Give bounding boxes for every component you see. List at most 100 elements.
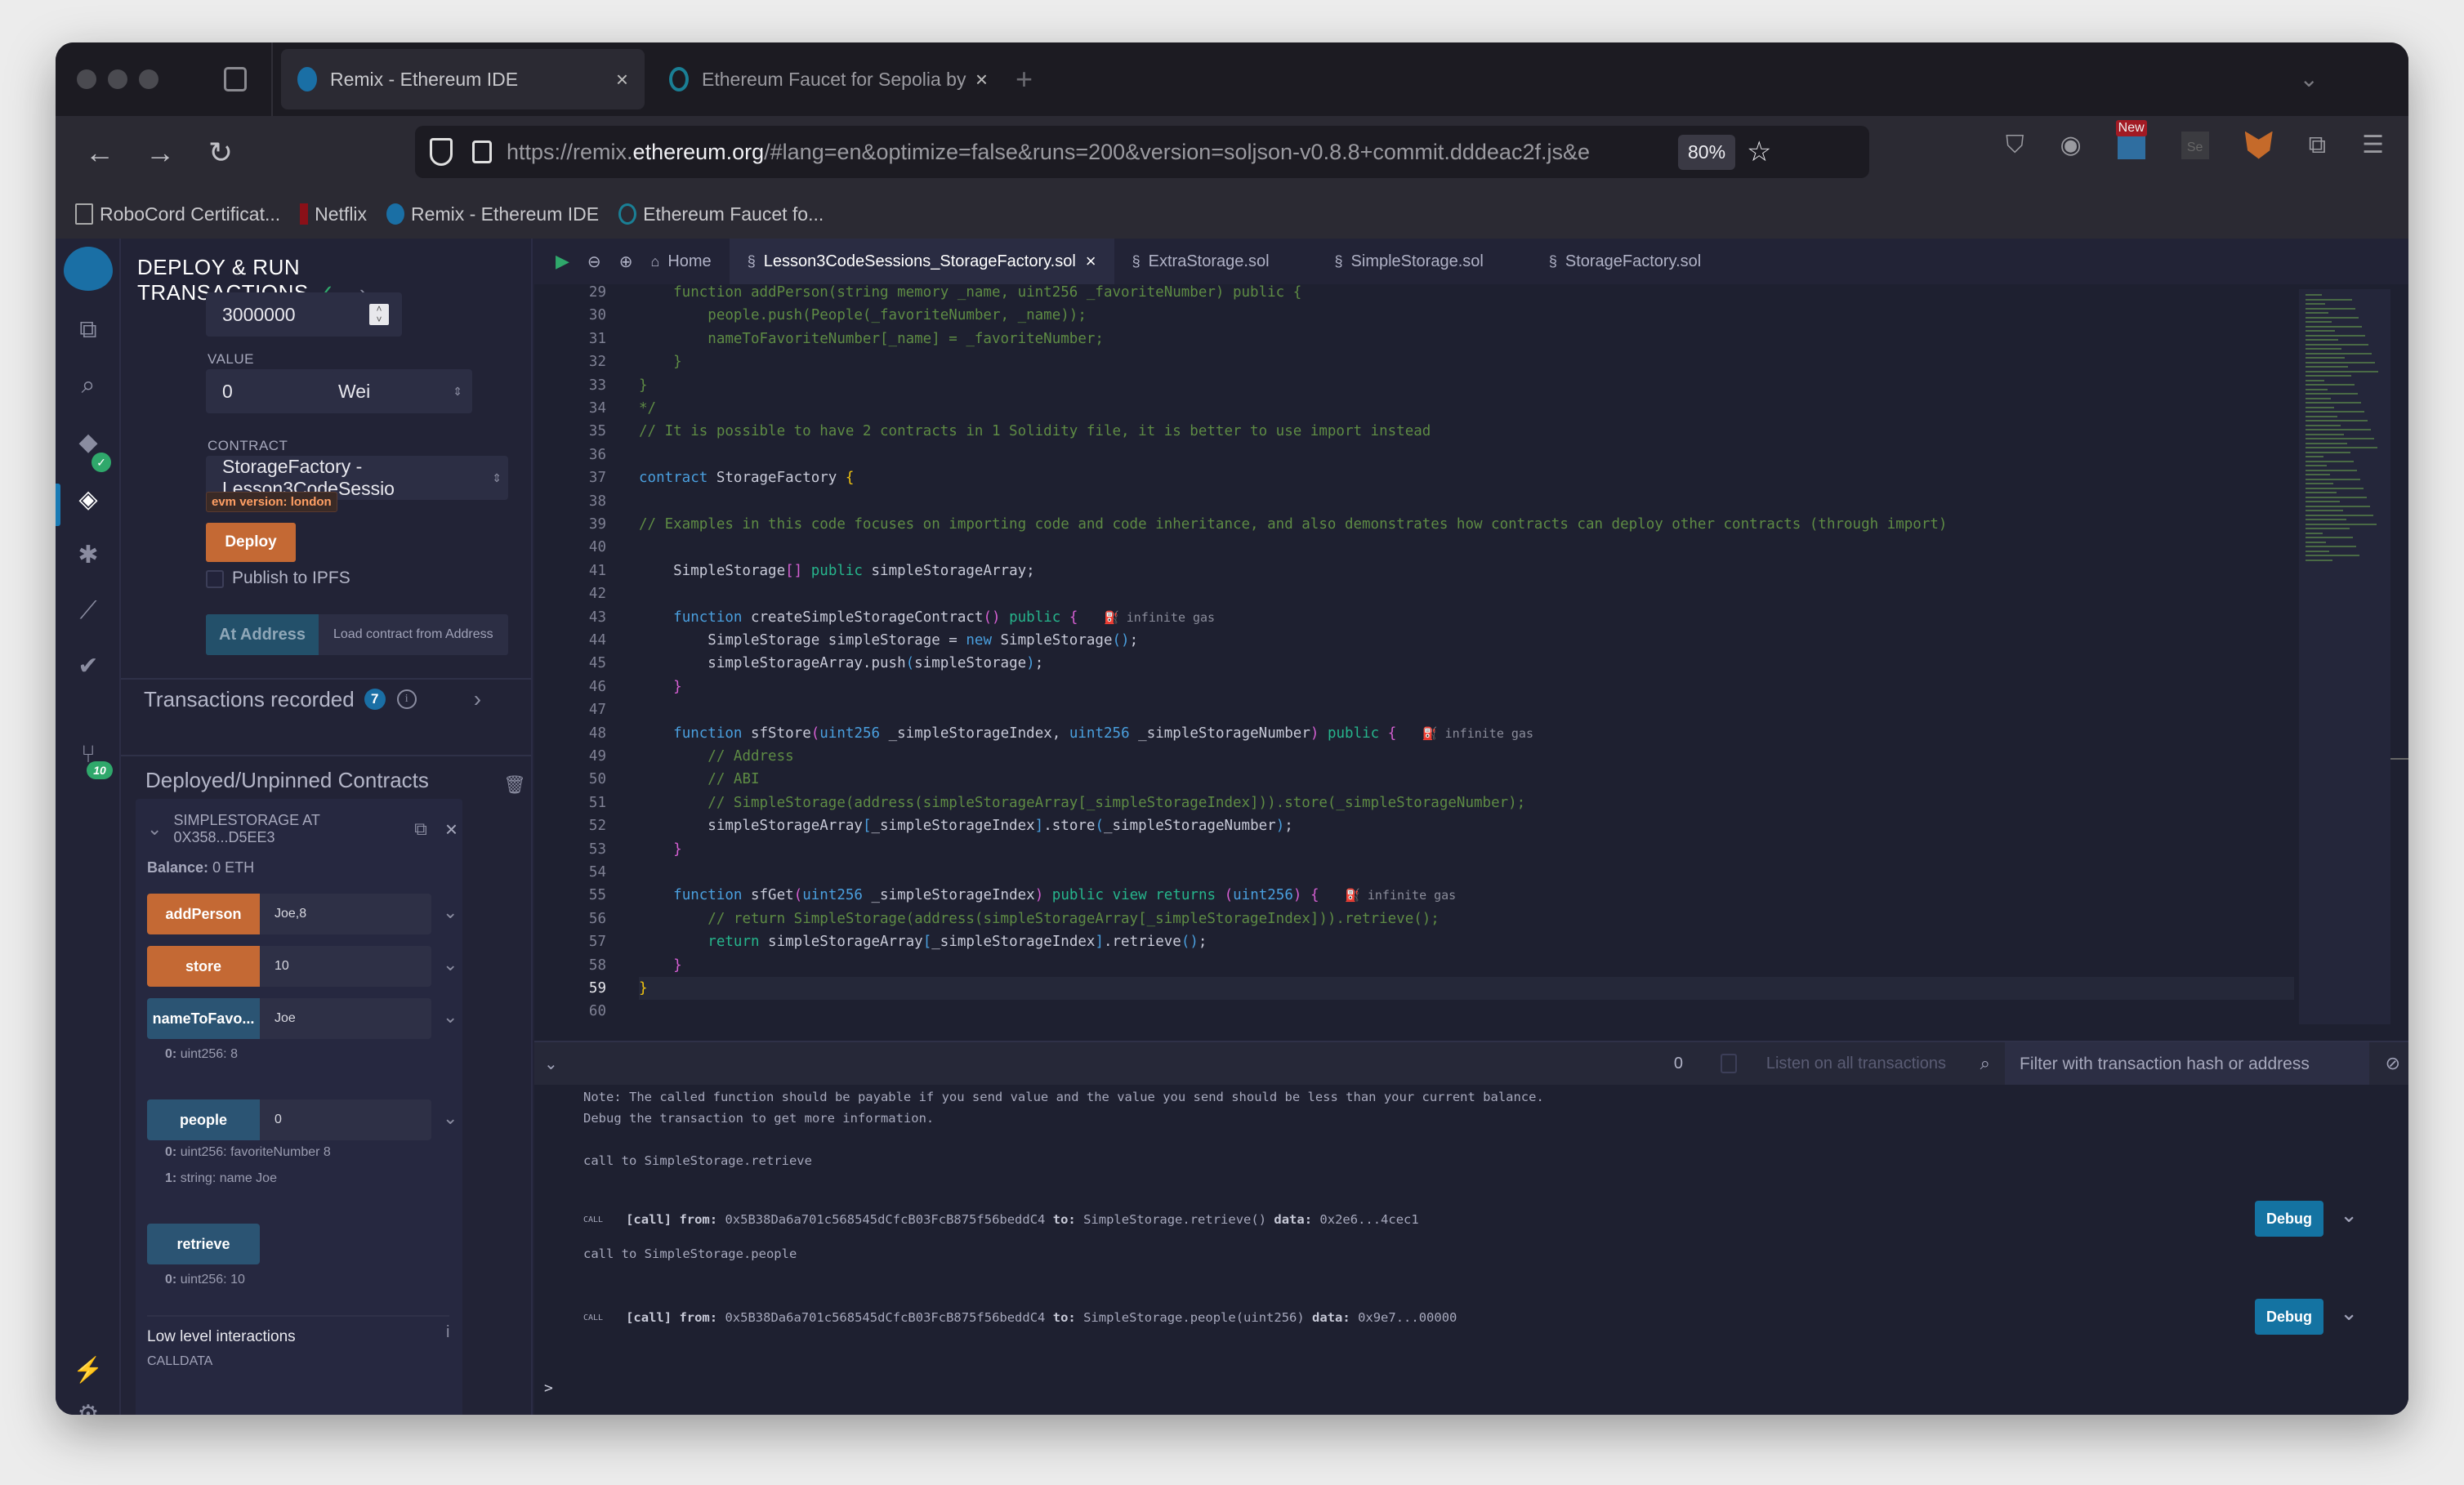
- code-line[interactable]: 56 // return SimpleStorage(address(simpl…: [534, 907, 2408, 930]
- listen-all-checkbox[interactable]: [1721, 1054, 1737, 1073]
- store-input[interactable]: 10: [260, 946, 431, 987]
- line-number[interactable]: 33: [534, 374, 606, 397]
- expand-chevron-icon[interactable]: ⌄: [443, 1108, 458, 1129]
- search-icon[interactable]: ⌕: [1980, 1053, 1990, 1074]
- nameToFavoriteNumber-input[interactable]: Joe: [260, 998, 431, 1039]
- code-line[interactable]: 46 }: [534, 676, 2408, 698]
- browser-tab-faucet[interactable]: Ethereum Faucet for Sepolia by ×: [653, 49, 1004, 109]
- store-button[interactable]: store: [147, 946, 260, 987]
- code-line[interactable]: 36: [534, 444, 2408, 466]
- info-icon[interactable]: i: [396, 689, 417, 709]
- selenium-extension-icon[interactable]: Se: [2181, 131, 2209, 159]
- tab-overview-icon[interactable]: [224, 67, 247, 91]
- zoom-out-icon[interactable]: ⊖: [587, 252, 601, 272]
- line-number[interactable]: 41: [534, 560, 606, 582]
- code-line[interactable]: 39 // Examples in this code focuses on im…: [534, 513, 2408, 536]
- account-icon[interactable]: ◉: [2060, 131, 2081, 159]
- expand-chevron-icon[interactable]: ⌄: [443, 954, 458, 975]
- minimize-window-button[interactable]: [108, 69, 127, 89]
- line-number[interactable]: 35: [534, 420, 606, 443]
- editor-scrollbar[interactable]: [2390, 758, 2408, 760]
- bookmark-faucet[interactable]: Ethereum Faucet fo...: [618, 203, 824, 225]
- close-tab-icon[interactable]: ×: [975, 67, 988, 92]
- debug-button[interactable]: Debug: [2255, 1299, 2323, 1335]
- list-tabs-chevron-icon[interactable]: ⌄: [2300, 65, 2319, 92]
- tab-storagefactory[interactable]: § StorageFactory.sol: [1531, 239, 1719, 284]
- code-line[interactable]: 54: [534, 861, 2408, 884]
- trash-icon[interactable]: 🗑: [503, 774, 526, 796]
- terminal-prompt[interactable]: >: [544, 1380, 553, 1397]
- expand-chevron-icon[interactable]: ⌄: [443, 902, 458, 923]
- code-line[interactable]: 52 simpleStorageArray[_simpleStorageInde…: [534, 814, 2408, 837]
- close-tab-icon[interactable]: ×: [1086, 251, 1096, 272]
- people-button[interactable]: people: [147, 1099, 260, 1140]
- browser-tab-remix[interactable]: Remix - Ethereum IDE ×: [281, 49, 645, 109]
- zoom-in-icon[interactable]: ⊕: [619, 252, 633, 272]
- address-bar[interactable]: https://remix.ethereum.org/#lang=en&opti…: [415, 126, 1869, 178]
- search-icon[interactable]: ⌕: [72, 369, 105, 402]
- clear-terminal-icon[interactable]: ⊘: [2386, 1053, 2400, 1074]
- instance-header[interactable]: ⌄ SIMPLESTORAGE AT 0X358...D5EE3 ⧉ ×: [147, 812, 458, 846]
- at-address-input[interactable]: Load contract from Address: [333, 627, 493, 642]
- code-line[interactable]: 44 SimpleStorage simpleStorage = new Sim…: [534, 629, 2408, 652]
- line-number[interactable]: 46: [534, 676, 606, 698]
- line-number[interactable]: 37: [534, 466, 606, 489]
- run-script-play-icon[interactable]: ▶: [556, 251, 569, 272]
- line-number[interactable]: 45: [534, 652, 606, 675]
- code-line[interactable]: 58 }: [534, 954, 2408, 977]
- code-line[interactable]: 42: [534, 582, 2408, 605]
- line-number[interactable]: 31: [534, 328, 606, 350]
- deploy-run-icon[interactable]: ◈: [72, 484, 105, 516]
- tracking-shield-icon[interactable]: [430, 138, 453, 166]
- gas-limit-stepper[interactable]: ˄ ˅: [369, 304, 389, 325]
- expand-chevron-icon[interactable]: ⌄: [2340, 1300, 2358, 1326]
- code-line[interactable]: 45 simpleStorageArray.push(simpleStorage…: [534, 652, 2408, 675]
- code-editor[interactable]: 29 function addPerson(string memory _nam…: [534, 284, 2408, 1041]
- expand-chevron-icon[interactable]: ⌄: [443, 1006, 458, 1028]
- transactions-recorded-header[interactable]: Transactions recorded 7 i ›: [144, 686, 481, 712]
- line-number[interactable]: 51: [534, 792, 606, 814]
- tab-simplestorage[interactable]: § SimpleStorage.sol: [1317, 239, 1502, 284]
- gas-limit-input[interactable]: 3000000 ˄ ˅: [206, 292, 402, 337]
- code-line[interactable]: 48 function sfStore(uint256 _simpleStora…: [534, 722, 2408, 745]
- line-number[interactable]: 54: [534, 861, 606, 884]
- tab-lesson3-storagefactory[interactable]: § Lesson3CodeSessions_StorageFactory.sol…: [729, 239, 1114, 284]
- line-number[interactable]: 30: [534, 304, 606, 327]
- code-line[interactable]: 50 // ABI: [534, 768, 2408, 791]
- line-number[interactable]: 39: [534, 513, 606, 536]
- code-line[interactable]: 51 // SimpleStorage(address(simpleStorag…: [534, 792, 2408, 814]
- publish-ipfs-checkbox[interactable]: [206, 570, 224, 588]
- chevron-right-icon[interactable]: ›: [474, 686, 481, 712]
- bookmark-netflix[interactable]: Netflix: [300, 203, 367, 225]
- terminal-call-entry[interactable]: CALL [call] from: 0x5B38Da6a701c568545dC…: [583, 1310, 1457, 1325]
- new-tab-icon[interactable]: +: [1016, 62, 1033, 96]
- code-line[interactable]: 47: [534, 698, 2408, 721]
- line-number[interactable]: 57: [534, 930, 606, 953]
- line-number[interactable]: 52: [534, 814, 606, 837]
- reload-icon[interactable]: ↻: [204, 136, 237, 170]
- line-number[interactable]: 50: [534, 768, 606, 791]
- close-icon[interactable]: ×: [445, 817, 458, 842]
- bookmark-remix[interactable]: Remix - Ethereum IDE: [386, 203, 599, 225]
- debugger-bug-icon[interactable]: ✱: [72, 539, 105, 572]
- pocket-icon[interactable]: ⛉: [2006, 132, 2024, 159]
- line-number[interactable]: 32: [534, 350, 606, 373]
- line-number[interactable]: 49: [534, 745, 606, 768]
- code-line[interactable]: 55 function sfGet(uint256 _simpleStorage…: [534, 884, 2408, 907]
- retrieve-button[interactable]: retrieve: [147, 1224, 260, 1264]
- settings-gear-icon[interactable]: ⚙: [72, 1398, 105, 1415]
- line-number[interactable]: 59: [534, 977, 606, 1000]
- info-icon[interactable]: i: [446, 1323, 449, 1342]
- extensions-puzzle-icon[interactable]: ⧉: [2309, 132, 2326, 159]
- code-line[interactable]: 53 }: [534, 838, 2408, 861]
- people-input[interactable]: 0: [260, 1099, 431, 1140]
- copy-icon[interactable]: ⧉: [414, 818, 427, 840]
- forward-icon[interactable]: →: [144, 136, 176, 170]
- addPerson-button[interactable]: addPerson: [147, 894, 260, 934]
- code-line[interactable]: 60: [534, 1000, 2408, 1023]
- solidity-unit-testing-icon[interactable]: ✔: [72, 650, 105, 683]
- close-tab-icon[interactable]: ×: [616, 67, 628, 92]
- code-line[interactable]: 35 // It is possible to have 2 contracts …: [534, 420, 2408, 443]
- file-explorer-icon[interactable]: ⧉: [72, 314, 105, 346]
- line-number[interactable]: 36: [534, 444, 606, 466]
